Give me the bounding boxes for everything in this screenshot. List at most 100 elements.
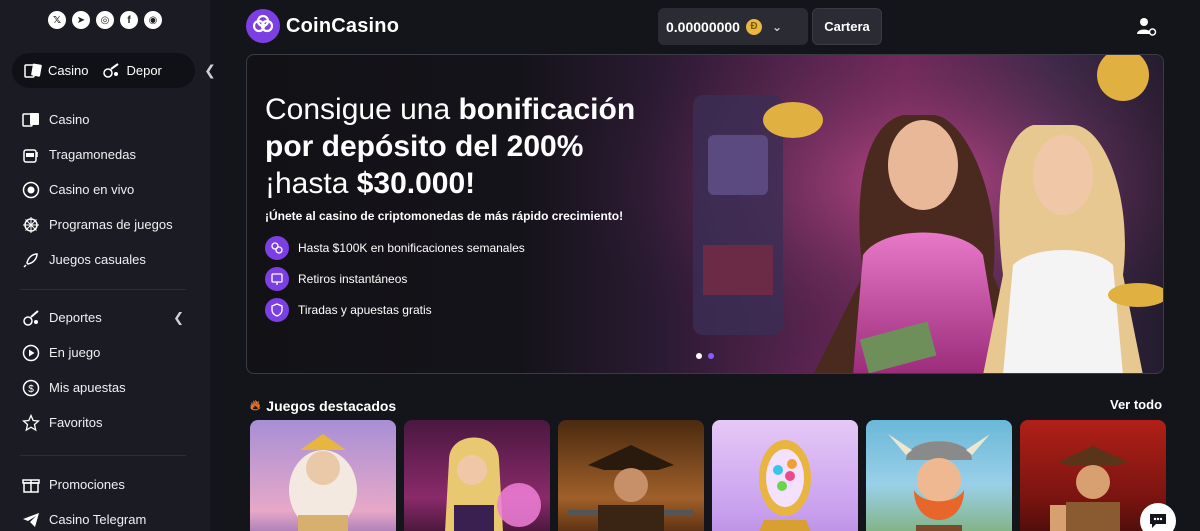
fire-icon: 🔥︎: [250, 397, 261, 413]
sports-nav: Deportes ❮ En juego $ Mis apuestas Favor…: [0, 300, 210, 440]
game-tile[interactable]: [866, 420, 1012, 531]
telegram-icon: [21, 510, 40, 529]
egg-game-art: [759, 440, 811, 531]
shield-icon: [265, 298, 289, 322]
telegram-icon[interactable]: ➤: [72, 11, 90, 29]
see-all-link[interactable]: Ver todo: [1110, 397, 1162, 412]
sidebar-item-label: En juego: [49, 345, 101, 360]
cards-icon: [24, 63, 42, 78]
divider: [20, 289, 186, 290]
svg-text:$: $: [28, 384, 34, 395]
game-tile[interactable]: [712, 420, 858, 531]
casino-sports-switcher: Casino Depor: [12, 53, 195, 88]
sidebar-item-label: Deportes: [49, 310, 102, 325]
sidebar-item-label: Mis apuestas: [49, 380, 126, 395]
brand-logo-icon: [246, 9, 280, 43]
doge-coin-icon: Ð: [745, 18, 762, 35]
wallet-button[interactable]: Cartera: [812, 8, 882, 45]
sidebar-item-promotions[interactable]: Promociones: [0, 467, 210, 502]
sidebar-item-label: Programas de juegos: [49, 217, 173, 232]
user-settings-icon[interactable]: [1136, 16, 1158, 38]
game-tile[interactable]: [404, 420, 550, 531]
bonus-icon: [265, 236, 289, 260]
carousel-dot[interactable]: [696, 353, 702, 359]
banner-feature-text: Tiradas y apuestas gratis: [298, 303, 432, 317]
star-icon: [21, 413, 40, 432]
sidebar-item-sports[interactable]: Deportes ❮: [0, 300, 210, 335]
sidebar-item-label: Casino en vivo: [49, 182, 135, 197]
banner-title: Consigue una bonificación por depósito d…: [265, 91, 685, 202]
banner-title-part: Consigue una: [265, 93, 459, 126]
banner-title-bold: bonificación: [458, 93, 636, 126]
carousel-dot-active[interactable]: [708, 353, 714, 359]
x-icon[interactable]: 𝕏: [48, 11, 66, 29]
sidebar-item-label: Juegos casuales: [49, 252, 146, 267]
banner-feature: Tiradas y apuestas gratis: [265, 298, 432, 322]
banner-title-bold: $30.000!: [356, 167, 476, 200]
collapse-sidebar-button[interactable]: ❮: [200, 60, 220, 80]
featured-games-row: [250, 420, 1166, 531]
sidebar-item-game-shows[interactable]: Programas de juegos: [0, 207, 210, 242]
brand-name: CoinCasino: [286, 14, 400, 37]
discord-icon[interactable]: ◉: [144, 11, 162, 29]
sidebar-item-casual-games[interactable]: Juegos casuales: [0, 242, 210, 277]
switch-sports-label: Depor: [126, 63, 162, 78]
sidebar-item-favorites[interactable]: Favoritos: [0, 405, 210, 440]
chevron-down-icon: ⌄: [771, 19, 783, 34]
game-tile[interactable]: [250, 420, 396, 531]
sidebar-item-label: Casino Telegram: [49, 512, 147, 527]
top-header: CoinCasino 0.00000000 Ð ⌄ Cartera: [210, 0, 1200, 54]
zeus-game-art: [289, 434, 357, 531]
balance-selector[interactable]: 0.00000000 Ð ⌄: [658, 8, 808, 45]
instagram-icon[interactable]: ◎: [96, 11, 114, 29]
switch-casino-label: Casino: [48, 63, 89, 78]
chevron-left-icon[interactable]: ❮: [173, 310, 184, 326]
sidebar: 𝕏 ➤ ◎ f ◉ Casino Depor ❮ Casino Tragamon…: [0, 0, 216, 531]
sidebar-item-live-casino[interactable]: Casino en vivo: [0, 172, 210, 207]
sidebar-item-in-play[interactable]: En juego: [0, 335, 210, 370]
sidebar-item-label: Favoritos: [49, 415, 103, 430]
extra-nav: Promociones Casino Telegram: [0, 467, 210, 531]
play-icon: [21, 343, 40, 362]
slot-machine-icon: [21, 145, 40, 164]
sports-icon: [103, 62, 120, 78]
banner-feature-text: Retiros instantáneos: [298, 272, 408, 286]
game-tile[interactable]: [558, 420, 704, 531]
viking-game-art: [888, 434, 990, 531]
sports-icon: [21, 308, 40, 327]
sidebar-item-telegram[interactable]: Casino Telegram: [0, 502, 210, 531]
wheel-icon: [21, 215, 40, 234]
sidebar-item-slots[interactable]: Tragamonedas: [0, 137, 210, 172]
switch-casino[interactable]: Casino: [24, 63, 88, 79]
sidebar-item-label: Casino: [49, 112, 90, 127]
cowboy-game-art: [568, 445, 694, 531]
chat-icon: [1150, 514, 1166, 528]
enchantress-game-art: [445, 437, 541, 531]
casino-nav: Casino Tragamonedas Casino en vivo Progr…: [0, 102, 210, 277]
withdraw-icon: [265, 267, 289, 291]
featured-games-label: Juegos destacados: [266, 397, 397, 414]
rocket-icon: [21, 250, 40, 269]
live-chat-button[interactable]: [1140, 503, 1176, 531]
gift-icon: [21, 475, 40, 494]
sidebar-item-label: Tragamonedas: [49, 147, 136, 162]
banner-feature-text: Hasta $100K en bonificaciones semanales: [298, 241, 525, 255]
featured-games-title: 🔥︎ Juegos destacados: [250, 397, 396, 414]
social-links: 𝕏 ➤ ◎ f ◉: [48, 11, 162, 29]
banner-title-part: ¡hasta: [265, 167, 357, 200]
brand-logo[interactable]: CoinCasino: [246, 9, 399, 43]
cards-icon: [21, 110, 40, 129]
banner-subtitle: ¡Únete al casino de criptomonedas de más…: [265, 209, 624, 223]
bets-icon: $: [21, 378, 40, 397]
banner-feature: Retiros instantáneos: [265, 267, 407, 291]
sidebar-item-casino[interactable]: Casino: [0, 102, 210, 137]
sidebar-item-my-bets[interactable]: $ Mis apuestas: [0, 370, 210, 405]
banner-title-bold: por depósito del 200%: [265, 130, 584, 163]
balance-value: 0.00000000: [666, 18, 740, 35]
promo-banner[interactable]: Consigue una bonificación por depósito d…: [246, 54, 1164, 374]
carousel-dots: [696, 353, 714, 359]
banner-feature: Hasta $100K en bonificaciones semanales: [265, 236, 525, 260]
facebook-icon[interactable]: f: [120, 11, 138, 29]
switch-sports[interactable]: Depor: [102, 62, 162, 79]
divider: [20, 455, 186, 456]
